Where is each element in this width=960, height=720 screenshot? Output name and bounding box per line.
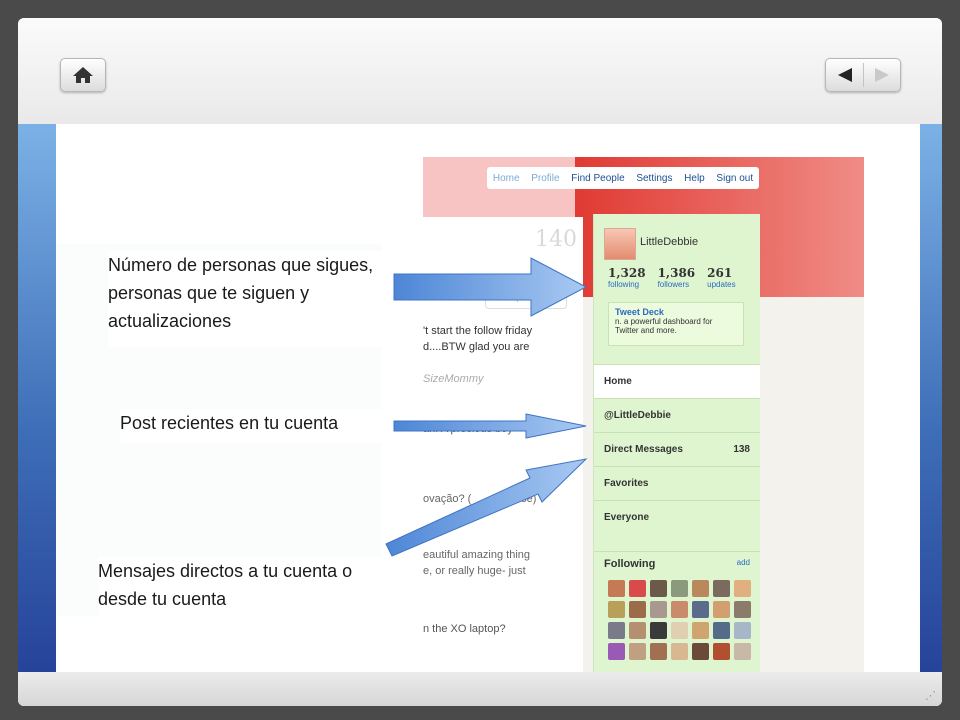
triangle-right-icon: [875, 68, 889, 82]
home-button[interactable]: [60, 58, 106, 92]
arrow-right-icon: [393, 257, 588, 317]
previous-slide-button[interactable]: [826, 59, 863, 91]
next-slide-button[interactable]: [864, 59, 900, 91]
slide-navigation: [825, 58, 901, 92]
top-toolbar: [18, 18, 942, 124]
slide-canvas: Home Profile Find People Settings Help S…: [56, 124, 920, 672]
arrow-diagonal-icon: [385, 458, 588, 557]
arrow-right-icon: [393, 413, 587, 439]
arrows-layer: [385, 257, 588, 557]
resize-grip-icon[interactable]: ⋰: [925, 689, 936, 702]
triangle-left-icon: [838, 68, 852, 82]
bottom-toolbar: ⋰: [18, 672, 942, 706]
home-icon: [73, 67, 93, 83]
presentation-window: Home Profile Find People Settings Help S…: [18, 18, 942, 706]
slide-area: Home Profile Find People Settings Help S…: [18, 124, 942, 672]
